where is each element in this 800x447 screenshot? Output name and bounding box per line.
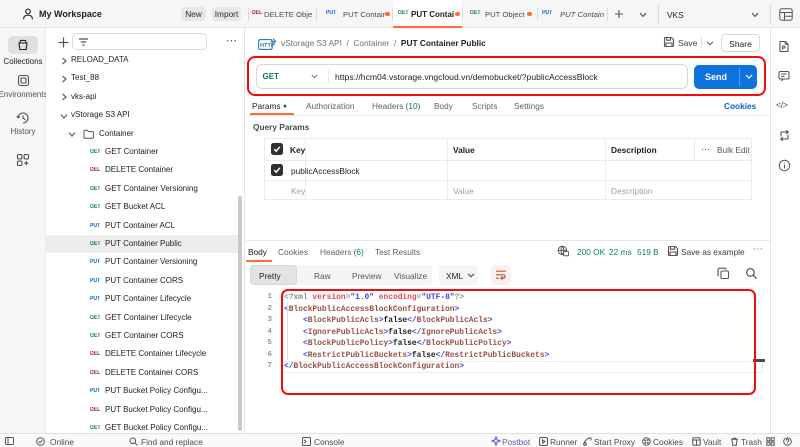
svg-text:HTTP: HTTP bbox=[260, 43, 275, 49]
